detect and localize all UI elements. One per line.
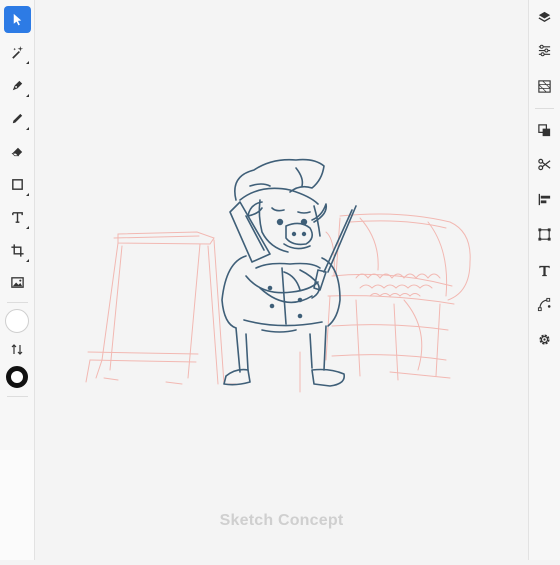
- transform-button[interactable]: [536, 226, 553, 243]
- vector-path-icon: [537, 297, 551, 312]
- left-toolbar-footer: [0, 450, 34, 560]
- magic-tool-button[interactable]: [4, 39, 31, 66]
- chef-character-lineart: [221, 158, 357, 387]
- drawing-canvas[interactable]: Sketch Concept: [35, 0, 528, 560]
- textures-button[interactable]: [536, 78, 553, 95]
- arrange-button[interactable]: [536, 122, 553, 139]
- pencil-tool-button[interactable]: [4, 105, 31, 132]
- text-tool-button[interactable]: [4, 204, 31, 231]
- right-toolbar: [528, 0, 560, 560]
- magic-wand-icon: [12, 45, 24, 59]
- eraser-icon: [11, 147, 23, 157]
- gear-icon: [539, 334, 550, 345]
- eraser-tool-button[interactable]: [4, 138, 31, 165]
- type-button[interactable]: [536, 262, 553, 279]
- adjustments-button[interactable]: [536, 42, 553, 59]
- settings-button[interactable]: [536, 331, 553, 348]
- layers-icon: [538, 11, 551, 23]
- canvas-caption: Sketch Concept: [219, 512, 344, 529]
- transform-box-icon: [538, 228, 551, 241]
- swap-colors-icon[interactable]: [10, 343, 24, 356]
- rectangle-tool-button[interactable]: [4, 171, 31, 198]
- type-icon: [539, 265, 550, 277]
- text-icon: [12, 212, 23, 223]
- stroke-color-swatch[interactable]: [6, 366, 28, 388]
- pencil-icon: [12, 113, 23, 124]
- crop-icon: [11, 244, 24, 257]
- toolbar-divider: [535, 108, 554, 109]
- scissors-button[interactable]: [536, 156, 553, 173]
- crop-tool-button[interactable]: [4, 237, 31, 264]
- image-tool-button[interactable]: [4, 269, 31, 296]
- arrange-icon: [538, 124, 551, 137]
- layers-button[interactable]: [536, 9, 553, 26]
- sketch-grill-lines: [299, 213, 471, 393]
- sketch-sign-lines: [85, 231, 237, 385]
- fill-color-swatch[interactable]: [5, 309, 29, 333]
- left-toolbar: [0, 0, 35, 560]
- cursor-arrow-icon: [13, 13, 22, 26]
- texture-icon: [538, 80, 551, 93]
- vector-path-button[interactable]: [536, 296, 553, 313]
- select-tool-button[interactable]: [4, 6, 31, 33]
- image-icon: [11, 277, 24, 288]
- toolbar-divider: [7, 396, 28, 397]
- sketch-artwork: [85, 158, 471, 393]
- pen-nib-icon: [12, 80, 23, 91]
- align-left-icon: [538, 193, 551, 206]
- toolbar-divider: [7, 302, 28, 303]
- align-button[interactable]: [536, 191, 553, 208]
- scissors-icon: [538, 158, 551, 171]
- pen-tool-button[interactable]: [4, 72, 31, 99]
- rectangle-icon: [12, 179, 23, 190]
- sliders-icon: [538, 44, 551, 57]
